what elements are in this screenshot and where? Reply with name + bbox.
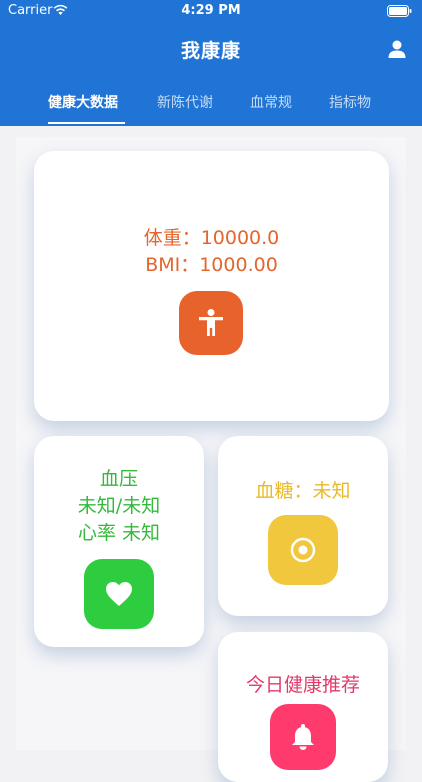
target-icon	[290, 537, 316, 563]
recommendation-button[interactable]	[270, 704, 336, 770]
tab-bar: 健康大数据 新陈代谢 血常规 指标物	[0, 90, 422, 126]
blood-sugar-info: 血糖：未知	[218, 478, 388, 505]
tab-health-data[interactable]: 健康大数据	[48, 92, 118, 112]
blood-pressure-button[interactable]	[84, 559, 154, 629]
weight-card[interactable]: 体重：10000.0 BMI：1000.00	[34, 151, 389, 421]
tab-blood-routine[interactable]: 血常规	[250, 92, 292, 112]
blood-pressure-card[interactable]: 血压 未知/未知 心率 未知	[34, 436, 204, 647]
tab-indicators[interactable]: 指标物	[329, 92, 371, 112]
status-time: 4:29 PM	[181, 3, 241, 18]
tab-metabolism[interactable]: 新陈代谢	[157, 92, 213, 112]
blood-sugar-button[interactable]	[268, 515, 338, 585]
heart-icon	[106, 582, 132, 606]
app-title: 我康康	[180, 40, 241, 62]
tab-indicator	[48, 122, 125, 124]
blood-sugar-card[interactable]: 血糖：未知	[218, 436, 388, 616]
recommendation-card[interactable]: 今日健康推荐	[218, 632, 388, 782]
profile-icon[interactable]	[387, 39, 407, 59]
recommendation-info: 今日健康推荐	[218, 672, 388, 699]
heart-rate-value: 心率 未知	[77, 522, 161, 544]
blood-pressure-info: 血压 未知/未知 心率 未知	[34, 466, 204, 547]
battery-icon	[387, 5, 412, 17]
blood-sugar-value: 血糖：未知	[255, 480, 351, 502]
recommendation-label: 今日健康推荐	[245, 674, 360, 696]
app-header: Carrier 4:29 PM 我康康 健康大数据 新陈代谢 血常规 指标物	[0, 0, 422, 126]
bp-value: 未知/未知	[77, 495, 161, 517]
bell-icon	[292, 724, 314, 750]
weight-button[interactable]	[179, 291, 243, 355]
status-bar: Carrier 4:29 PM	[0, 0, 422, 22]
person-icon	[199, 309, 223, 336]
weight-info: 体重：10000.0 BMI：1000.00	[34, 225, 389, 279]
bp-title: 血压	[99, 468, 138, 490]
bmi-value: BMI：1000.00	[145, 254, 278, 276]
weight-value: 体重：10000.0	[143, 227, 280, 249]
